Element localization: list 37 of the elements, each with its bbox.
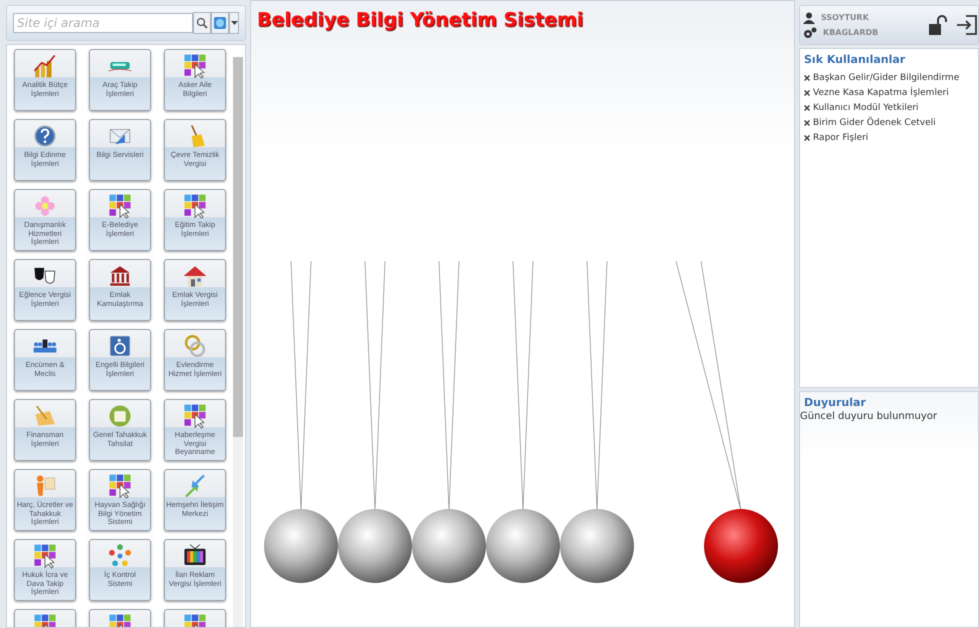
search-icon <box>196 17 208 29</box>
favorite-link[interactable]: Rapor Fişleri <box>813 133 868 143</box>
favorite-link[interactable]: Birim Gider Ödenek Cetveli <box>813 118 936 128</box>
grid-icon <box>107 193 133 219</box>
database-name: KBAGLARDB <box>823 28 878 37</box>
network-icon <box>107 543 133 569</box>
panel-title: Sık Kullanılanlar <box>804 53 906 66</box>
question-icon <box>32 123 58 149</box>
grid-icon <box>182 193 208 219</box>
globe-icon <box>213 16 227 30</box>
logout-icon[interactable] <box>956 14 978 36</box>
remove-icon[interactable] <box>804 90 810 96</box>
favorite-link[interactable]: Kullanıcı Modül Yetkileri <box>813 103 919 113</box>
favorite-link[interactable]: Vezne Kasa Kapatma İşlemleri <box>813 88 949 98</box>
remove-icon[interactable] <box>804 105 810 111</box>
remove-icon[interactable] <box>804 135 810 141</box>
grid-icon <box>32 543 58 569</box>
search-field[interactable]: Site içi arama <box>13 13 193 33</box>
grid-icon <box>182 403 208 429</box>
username: SSOYTURK <box>821 13 869 22</box>
rings-icon <box>182 333 208 359</box>
favorite-link[interactable]: Başkan Gelir/Gider Bilgilendirme <box>813 73 960 83</box>
app-title: Belediye Bilgi Yönetim Sistemi <box>256 8 584 31</box>
gears-icon <box>803 26 817 38</box>
grid-icon <box>107 473 133 499</box>
unlock-icon[interactable] <box>928 15 948 35</box>
search-button[interactable] <box>193 12 211 34</box>
remove-icon[interactable] <box>804 75 810 81</box>
panel-title: Duyurular <box>803 396 867 409</box>
grid-icon <box>182 53 208 79</box>
user-icon <box>803 12 815 24</box>
scrollbar[interactable] <box>233 57 243 627</box>
announcement-message: Güncel duyuru bulunmuyor <box>800 411 938 422</box>
chart-icon <box>32 53 58 79</box>
remove-icon[interactable] <box>804 120 810 126</box>
dropdown-button[interactable] <box>229 12 239 34</box>
caret-icon <box>230 21 238 25</box>
